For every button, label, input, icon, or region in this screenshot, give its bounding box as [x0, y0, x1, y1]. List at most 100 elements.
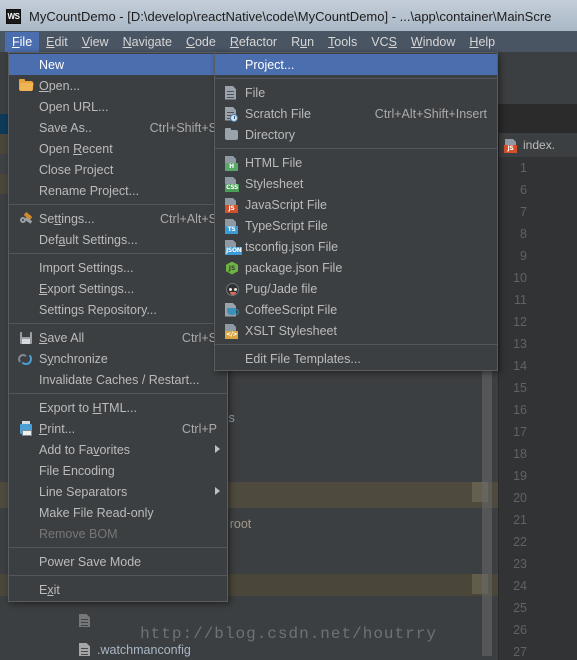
menu-item-export-settings[interactable]: Export Settings...: [9, 278, 227, 299]
menu-item-import-settings[interactable]: Import Settings...: [9, 257, 227, 278]
gutter-line[interactable]: 17: [499, 421, 577, 443]
menubar-item-code[interactable]: Code: [179, 32, 223, 52]
gutter-line[interactable]: 23: [499, 553, 577, 575]
menu-item-settings[interactable]: Settings... Ctrl+Alt+S: [9, 208, 227, 229]
gutter-line[interactable]: 7: [499, 201, 577, 223]
menu-item-label: Make File Read-only: [39, 505, 154, 520]
line-number: 14: [513, 359, 527, 373]
menubar[interactable]: File Edit View Navigate Code Refactor Run Tools…: [0, 31, 577, 52]
gutter-line[interactable]: 13: [499, 333, 577, 355]
gutter-line[interactable]: 11: [499, 289, 577, 311]
submenu-item-xslt-stylesheet[interactable]: </> XSLT Stylesheet: [215, 320, 497, 341]
gutter-line[interactable]: 18: [499, 443, 577, 465]
titlebar: WS MyCountDemo - [D:\develop\reactNative…: [0, 4, 577, 28]
menu-item-export-to-html[interactable]: Export to HTML...: [9, 397, 227, 418]
gutter-line[interactable]: 8: [499, 223, 577, 245]
menu-item-default-settings[interactable]: Default Settings...: [9, 229, 227, 250]
menubar-item-run[interactable]: Run: [284, 32, 321, 52]
menu-item-print[interactable]: Print... Ctrl+P: [9, 418, 227, 439]
menu-item-rename-project[interactable]: Rename Project...: [9, 180, 227, 201]
submenu-item-file[interactable]: File: [215, 82, 497, 103]
submenu-item-scratch-file[interactable]: Scratch File Ctrl+Alt+Shift+Insert: [215, 103, 497, 124]
list-item[interactable]: [78, 610, 97, 631]
list-item[interactable]: .watchmanconfig: [78, 639, 191, 660]
editor-gutter[interactable]: 1 6 7 8 9 10 11 12 13 14 15 16 17 18 19 20 21 22 23 24 25 26 2…: [499, 157, 577, 660]
js-file-icon: JS: [504, 138, 517, 153]
menu-item-invalidate-caches-restart[interactable]: Invalidate Caches / Restart...: [9, 369, 227, 390]
menu-item-synchronize[interactable]: Synchronize: [9, 348, 227, 369]
menubar-item-window[interactable]: Window: [404, 32, 462, 52]
menu-item-label: Invalidate Caches / Restart...: [39, 372, 200, 387]
menu-item-save-as[interactable]: Save As.. Ctrl+Shift+S: [9, 117, 227, 138]
menu-item-file-encoding[interactable]: File Encoding: [9, 460, 227, 481]
gutter-line[interactable]: 9: [499, 245, 577, 267]
submenu-item-javascript-file[interactable]: JS JavaScript File: [215, 194, 497, 215]
menu-item-make-file-read-only[interactable]: Make File Read-only: [9, 502, 227, 523]
no-icon: [17, 141, 35, 157]
submenu-item-package-json-file[interactable]: package.json File: [215, 257, 497, 278]
line-number: 15: [513, 381, 527, 395]
menubar-item-tools[interactable]: Tools: [321, 32, 364, 52]
gutter-line[interactable]: 12: [499, 311, 577, 333]
gutter-line[interactable]: 10: [499, 267, 577, 289]
file-icon: [223, 85, 241, 101]
gutter-line[interactable]: 14: [499, 355, 577, 377]
submenu-item-pug-jade-file[interactable]: Pug/Jade file: [215, 278, 497, 299]
menu-item-shortcut: Ctrl+P: [181, 421, 217, 436]
gutter-line[interactable]: 22: [499, 531, 577, 553]
menubar-item-file[interactable]: File: [5, 31, 40, 52]
menu-item-label: File Encoding: [39, 463, 115, 478]
gutter-line[interactable]: 24: [499, 575, 577, 597]
menubar-item-refactor[interactable]: Refactor: [223, 32, 284, 52]
nodejs-icon: [223, 260, 241, 276]
menubar-item-vcs[interactable]: VCS: [364, 32, 404, 52]
gutter-line[interactable]: 20: [499, 487, 577, 509]
coffeescript-icon: [223, 302, 241, 318]
menubar-item-edit[interactable]: Edit: [39, 32, 75, 52]
line-number: 11: [514, 293, 527, 307]
menu-item-close-project[interactable]: Close Project: [9, 159, 227, 180]
gutter-line[interactable]: 27: [499, 641, 577, 660]
file-menu-popup[interactable]: New Open... Open URL... Save As.. Ctrl+Shift…: [8, 52, 228, 602]
no-icon: [17, 484, 35, 500]
gutter-line[interactable]: 15: [499, 377, 577, 399]
submenu-item-html-file[interactable]: H HTML File: [215, 152, 497, 173]
menubar-item-navigate[interactable]: Navigate: [116, 32, 179, 52]
menu-item-open-url[interactable]: Open URL...: [9, 96, 227, 117]
no-icon: [17, 505, 35, 521]
new-submenu-popup[interactable]: Project... File Scratch File Ctrl+Alt+Shift…: [214, 52, 498, 371]
gutter-line[interactable]: 6: [499, 179, 577, 201]
menu-item-add-to-favorites[interactable]: Add to Favorites: [9, 439, 227, 460]
gutter-line[interactable]: 1: [499, 157, 577, 179]
menu-item-save-all[interactable]: Save All Ctrl+S: [9, 327, 227, 348]
submenu-item-project[interactable]: Project...: [215, 54, 497, 75]
menu-item-new[interactable]: New: [9, 54, 227, 75]
menu-item-shortcut: Ctrl+Shift+S: [149, 120, 217, 135]
gutter-line[interactable]: 21: [499, 509, 577, 531]
css-file-icon: CSS: [223, 176, 241, 192]
no-icon: [17, 57, 35, 73]
submenu-item-edit-file-templates[interactable]: Edit File Templates...: [215, 348, 497, 369]
submenu-item-directory[interactable]: Directory: [215, 124, 497, 145]
menu-item-exit[interactable]: Exit: [9, 579, 227, 600]
menu-item-open-recent[interactable]: Open Recent: [9, 138, 227, 159]
submenu-item-coffeescript-file[interactable]: CoffeeScript File: [215, 299, 497, 320]
submenu-item-tsconfig-json-file[interactable]: JSON tsconfig.json File: [215, 236, 497, 257]
submenu-item-stylesheet[interactable]: CSS Stylesheet: [215, 173, 497, 194]
gutter-line[interactable]: 19: [499, 465, 577, 487]
menubar-item-view[interactable]: View: [75, 32, 116, 52]
menu-item-label: Print...: [39, 421, 76, 436]
gutter-line[interactable]: 25: [499, 597, 577, 619]
gutter-line[interactable]: 26: [499, 619, 577, 641]
tab-index-js[interactable]: JS index.: [504, 138, 555, 153]
menu-item-label: CoffeeScript File: [245, 302, 338, 317]
submenu-item-typescript-file[interactable]: TS TypeScript File: [215, 215, 497, 236]
menu-item-label: HTML File: [245, 155, 303, 170]
gutter-line[interactable]: 16: [499, 399, 577, 421]
menu-item-line-separators[interactable]: Line Separators: [9, 481, 227, 502]
menubar-item-help[interactable]: Help: [462, 32, 502, 52]
menu-item-label: File: [245, 85, 266, 100]
menu-item-open[interactable]: Open...: [9, 75, 227, 96]
menu-item-power-save-mode[interactable]: Power Save Mode: [9, 551, 227, 572]
menu-item-settings-repository[interactable]: Settings Repository...: [9, 299, 227, 320]
